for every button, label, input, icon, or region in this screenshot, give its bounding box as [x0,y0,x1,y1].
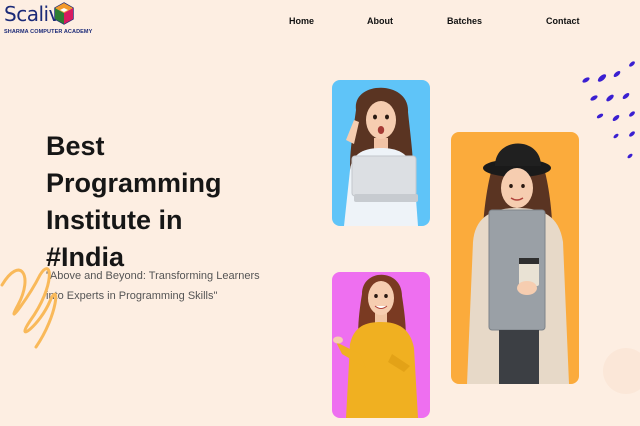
hero-title-line-2: Institute in [46,205,183,235]
student-with-hat-image [467,143,569,384]
cube-logo-icon [54,2,74,25]
dots-decoration [582,61,635,159]
student-card-pink [332,272,430,418]
nav-contact[interactable]: Contact [546,16,580,26]
student-card-blue [332,80,430,226]
nav-home[interactable]: Home [289,16,314,26]
hero-title-line-1: Best Programming [46,131,222,198]
student-card-orange [451,132,579,384]
nav-batches[interactable]: Batches [447,16,482,26]
student-pointing-image [333,274,418,418]
brand-logo[interactable]: Scalive SHARMA COMPUTER ACADEMY [2,2,92,40]
squiggle-decoration [0,267,58,349]
hero-title: Best Programming Institute in #India [46,128,276,276]
nav-about[interactable]: About [367,16,393,26]
floating-circle[interactable] [603,348,640,394]
hero-subtitle: "Above and Beyond: Transforming Learners… [46,270,260,302]
student-with-laptop-image [344,87,418,226]
brand-tagline: SHARMA COMPUTER ACADEMY [4,29,93,35]
